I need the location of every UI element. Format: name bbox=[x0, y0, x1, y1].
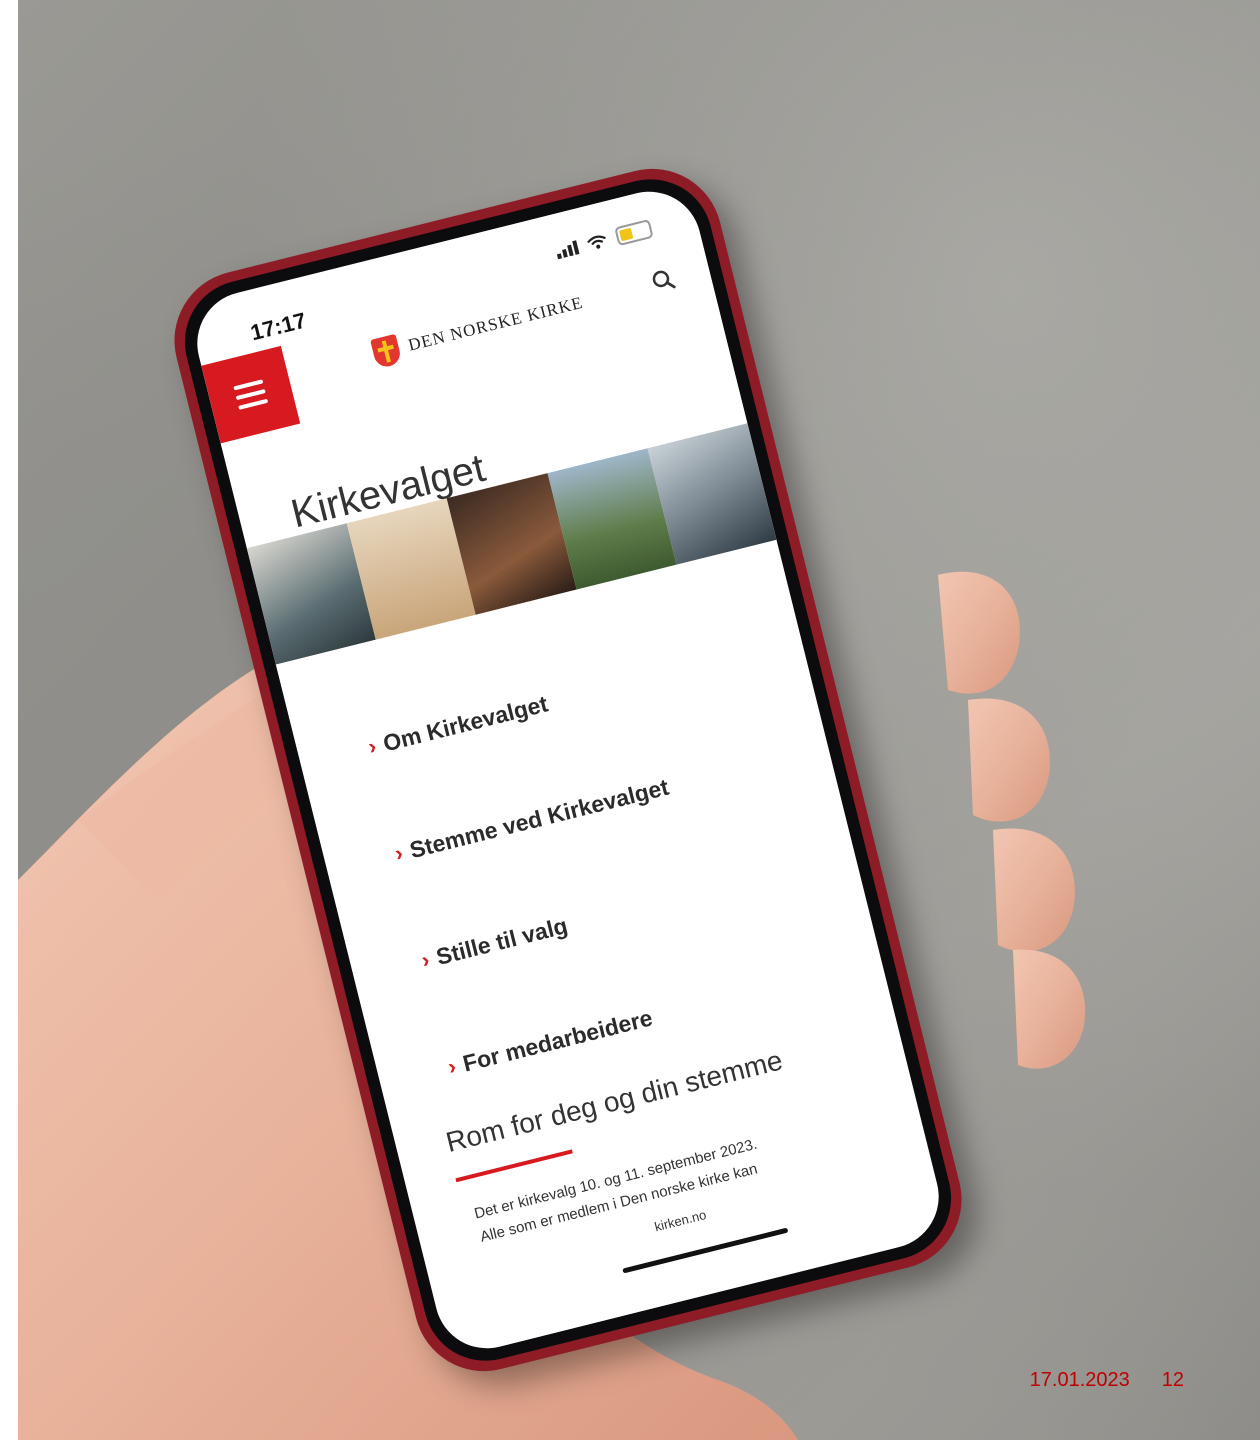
chevron-right-icon: › bbox=[445, 1053, 459, 1080]
battery-icon bbox=[614, 219, 654, 247]
photo-banner bbox=[246, 423, 777, 665]
signal-icon bbox=[555, 239, 580, 259]
menu-link-label: Om Kirkevalget bbox=[380, 690, 551, 757]
slide-date: 17.01.2023 bbox=[1029, 1369, 1130, 1391]
chevron-right-icon: › bbox=[418, 946, 432, 973]
chevron-right-icon: › bbox=[392, 839, 406, 866]
status-icons bbox=[554, 219, 654, 261]
menu-bar-icon bbox=[238, 398, 269, 410]
menu-bar-icon bbox=[233, 379, 264, 391]
chevron-right-icon: › bbox=[365, 733, 379, 760]
slide-page-number: 12 bbox=[1161, 1369, 1184, 1391]
wifi-icon bbox=[586, 235, 606, 249]
menu-bar-icon bbox=[235, 389, 266, 401]
photo-background: 17:17 DEN NORSKE KIRKE Kirkevalget › Om … bbox=[18, 0, 1260, 1440]
slide-footer: 17.01.2023 12 bbox=[1030, 1369, 1184, 1392]
